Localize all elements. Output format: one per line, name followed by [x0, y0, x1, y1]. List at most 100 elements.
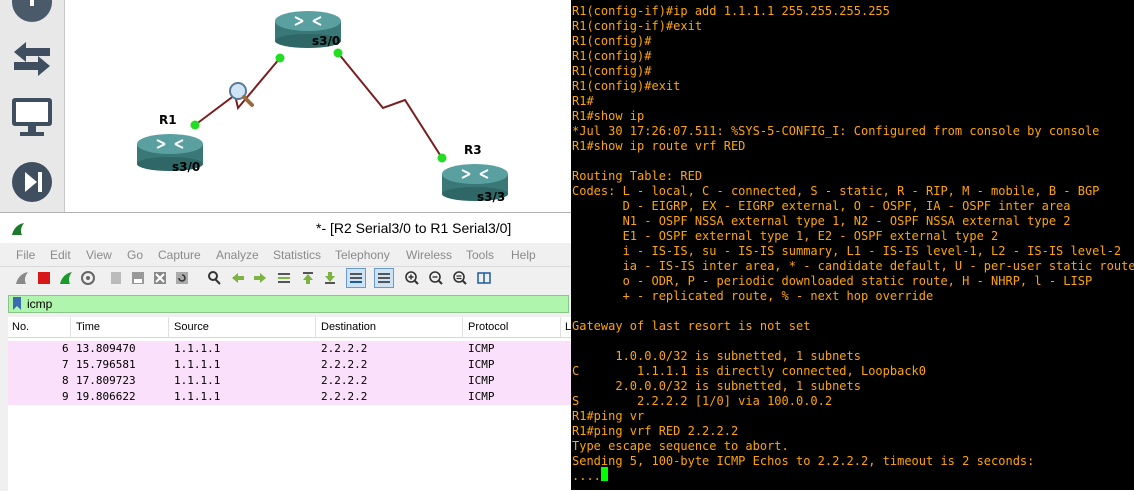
router-r3-label: R3	[464, 143, 482, 157]
column-time[interactable]: Time	[76, 321, 100, 333]
port-dot-r2-right	[333, 48, 343, 58]
packet-time: 19.806622	[76, 390, 136, 403]
port-dot-r2-left	[275, 53, 285, 63]
packet-destination: 2.2.2.2	[321, 390, 368, 403]
menu-go[interactable]: Go	[127, 248, 143, 262]
main-toolbar	[0, 267, 571, 291]
autoscroll-icon[interactable]	[346, 268, 366, 288]
wireshark-titlebar: *- [R2 Serial3/0 to R1 Serial3/0]	[0, 213, 571, 243]
terminal-line: Sending 5, 100-byte ICMP Echos to 2.2.2.…	[572, 454, 1035, 468]
window-title: *- [R2 Serial3/0 to R1 Serial3/0]	[316, 220, 512, 236]
terminal-line: R1(config)#	[572, 64, 652, 78]
reload-icon[interactable]	[174, 270, 190, 286]
menu-bar: File Edit View Go Capture Analyze Statis…	[0, 244, 571, 267]
packet-protocol: ICMP	[468, 358, 495, 371]
table-row[interactable]: 6 13.809470 1.1.1.1 2.2.2.2 ICMP	[8, 341, 571, 357]
column-protocol[interactable]: Protocol	[468, 321, 508, 333]
monitor-icon[interactable]	[8, 94, 56, 138]
colorize-icon[interactable]	[374, 268, 394, 288]
column-no[interactable]: No.	[12, 321, 29, 333]
find-packet-icon[interactable]	[206, 270, 222, 286]
last-packet-icon[interactable]	[322, 270, 338, 286]
terminal-line: R1#ping vrf RED 2.2.2.2	[572, 424, 739, 438]
terminal-line: *Jul 30 17:26:07.511: %SYS-5-CONFIG_I: C…	[572, 124, 1100, 138]
first-packet-icon[interactable]	[300, 270, 316, 286]
menu-edit[interactable]: Edit	[50, 248, 71, 262]
packet-source: 1.1.1.1	[174, 342, 221, 355]
packet-destination: 2.2.2.2	[321, 374, 368, 387]
restart-capture-icon[interactable]	[58, 270, 74, 286]
packet-protocol: ICMP	[468, 342, 495, 355]
terminal-line: ....	[572, 469, 601, 483]
terminal-line: 1.0.0.0/32 is subnetted, 1 subnets	[572, 349, 861, 363]
terminal-line: R1#ping vr	[572, 409, 645, 423]
display-filter-input[interactable]	[27, 296, 557, 312]
packet-time: 15.796581	[76, 358, 136, 371]
packet-protocol: ICMP	[468, 390, 495, 403]
packet-source: 1.1.1.1	[174, 358, 221, 371]
wireshark-window: *- [R2 Serial3/0 to R1 Serial3/0] File E…	[0, 212, 571, 491]
packet-no: 8	[62, 374, 69, 387]
terminal-line: Gateway of last resort is not set	[572, 319, 811, 333]
menu-file[interactable]: File	[16, 248, 35, 262]
zoom-in-icon[interactable]	[404, 270, 420, 286]
go-back-icon[interactable]	[230, 270, 246, 286]
menu-analyze[interactable]: Analyze	[216, 248, 259, 262]
terminal-line: Codes: L - local, C - connected, S - sta…	[572, 184, 1100, 198]
router-r1-label: R1	[159, 113, 177, 127]
packet-source: 1.1.1.1	[174, 374, 221, 387]
terminal-line: R1#show ip route vrf RED	[572, 139, 746, 153]
display-filter-bar	[8, 295, 569, 313]
router-console-terminal[interactable]: R1(config-if)#ip add 1.1.1.1 255.255.255…	[571, 0, 1134, 490]
packet-time: 17.809723	[76, 374, 136, 387]
menu-tools[interactable]: Tools	[466, 248, 494, 262]
packet-list: No. Time Source Destination Protocol L 6…	[8, 317, 571, 491]
terminal-line: E1 - OSPF external type 1, E2 - OSPF ext…	[572, 229, 999, 243]
terminal-line: R1(config-if)#exit	[572, 19, 703, 33]
column-destination[interactable]: Destination	[321, 321, 376, 333]
menu-telephony[interactable]: Telephony	[335, 248, 390, 262]
zoom-out-icon[interactable]	[428, 270, 444, 286]
next-icon[interactable]	[8, 160, 56, 204]
menu-help[interactable]: Help	[511, 248, 536, 262]
bookmark-icon[interactable]	[12, 297, 22, 311]
packet-destination: 2.2.2.2	[321, 358, 368, 371]
save-file-icon[interactable]	[130, 270, 146, 286]
resize-columns-icon[interactable]	[476, 270, 492, 286]
swap-icon[interactable]	[8, 36, 56, 80]
move-icon[interactable]	[8, 0, 56, 24]
stop-capture-icon[interactable]	[36, 270, 52, 286]
go-forward-icon[interactable]	[252, 270, 268, 286]
menu-capture[interactable]: Capture	[158, 248, 201, 262]
menu-wireless[interactable]: Wireless	[406, 248, 452, 262]
terminal-line: C 1.1.1.1 is directly connected, Loopbac…	[572, 364, 927, 378]
terminal-cursor	[601, 467, 608, 481]
start-capture-icon[interactable]	[14, 270, 30, 286]
packet-no: 9	[62, 390, 69, 403]
open-file-icon[interactable]	[108, 270, 124, 286]
router-r3-port-label: s3/3	[477, 190, 506, 204]
port-dot-r1	[190, 120, 200, 130]
menu-statistics[interactable]: Statistics	[273, 248, 321, 262]
terminal-line: 2.0.0.0/32 is subnetted, 1 subnets	[572, 379, 861, 393]
wireshark-fin-icon	[10, 221, 26, 237]
terminal-line: N1 - OSPF NSSA external type 1, N2 - OSP…	[572, 214, 1071, 228]
normal-size-icon[interactable]	[452, 270, 468, 286]
table-row[interactable]: 8 17.809723 1.1.1.1 2.2.2.2 ICMP	[8, 373, 571, 389]
link-r2-r3[interactable]	[337, 52, 443, 159]
table-row[interactable]: 7 15.796581 1.1.1.1 2.2.2.2 ICMP	[8, 357, 571, 373]
table-row[interactable]: 9 19.806622 1.1.1.1 2.2.2.2 ICMP	[8, 389, 571, 405]
packet-destination: 2.2.2.2	[321, 342, 368, 355]
capture-options-icon[interactable]	[80, 270, 96, 286]
terminal-line: R1(config)#exit	[572, 79, 681, 93]
terminal-line: S 2.2.2.2 [1/0] via 100.0.0.2	[572, 394, 833, 408]
topology-canvas: s3/0 R1 s3/0 R3 s3/3	[65, 0, 570, 212]
terminal-line: R1#show ip	[572, 109, 645, 123]
column-source[interactable]: Source	[174, 321, 209, 333]
packet-time: 13.809470	[76, 342, 136, 355]
capture-magnifier-icon[interactable]	[227, 80, 255, 108]
menu-view[interactable]: View	[86, 248, 112, 262]
close-file-icon[interactable]	[152, 270, 168, 286]
go-to-packet-icon[interactable]	[276, 270, 292, 286]
packet-no: 7	[62, 358, 69, 371]
